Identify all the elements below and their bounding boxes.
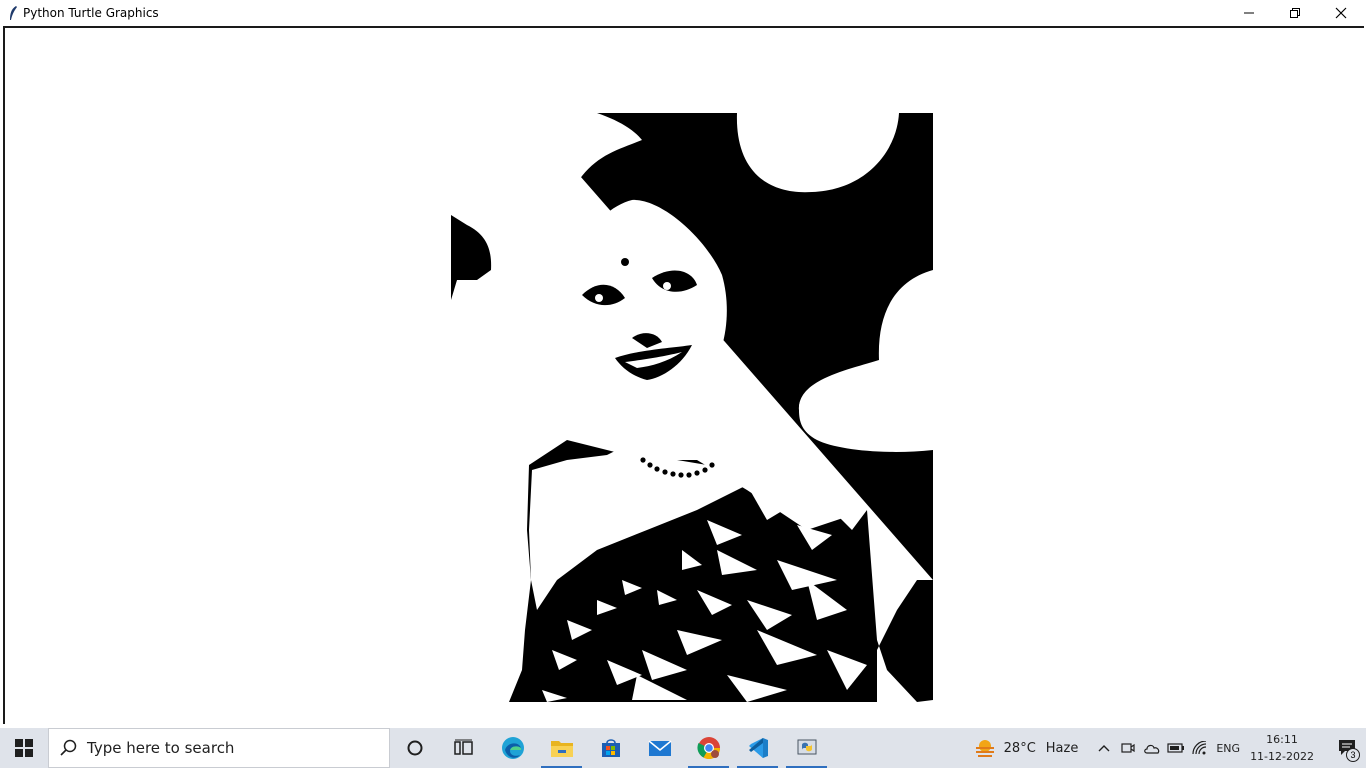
haze-icon <box>975 740 994 757</box>
show-hidden-icons-button[interactable] <box>1092 728 1116 768</box>
search-placeholder: Type here to search <box>87 739 235 757</box>
wifi-icon <box>1192 741 1207 755</box>
clock-time: 16:11 <box>1266 733 1298 746</box>
file-explorer-icon <box>550 741 573 757</box>
python-icon <box>797 739 816 755</box>
mail-button[interactable] <box>635 728 684 768</box>
chrome-icon <box>696 737 720 759</box>
taskbar-search-box[interactable]: Type here to search <box>48 728 390 768</box>
taskbar: Type here to search 28°C Haze ENG 16:11 … <box>0 728 1366 768</box>
cortana-icon <box>407 740 422 756</box>
window-title: Python Turtle Graphics <box>23 5 159 20</box>
meet-now-button[interactable] <box>1116 728 1140 768</box>
onedrive-button[interactable] <box>1140 728 1164 768</box>
system-clock[interactable]: 16:11 11-12-2022 <box>1250 731 1314 765</box>
vscode-icon <box>748 738 768 758</box>
python-button[interactable] <box>782 728 831 768</box>
close-icon <box>1335 7 1347 18</box>
feather-icon <box>5 5 21 21</box>
weather-condition: Haze <box>1045 740 1079 756</box>
cortana-button[interactable] <box>390 728 439 768</box>
task-view-button[interactable] <box>439 728 488 768</box>
microsoft-store-button[interactable] <box>586 728 635 768</box>
system-tray: 28°C Haze ENG 16:11 11-12-2022 3 <box>974 728 1366 768</box>
network-button[interactable] <box>1188 728 1212 768</box>
search-icon <box>49 739 87 757</box>
weather-widget[interactable]: 28°C Haze <box>974 738 1079 758</box>
start-button[interactable] <box>0 728 48 768</box>
action-center-button[interactable]: 3 <box>1328 728 1366 768</box>
portrait-drawing <box>451 113 933 702</box>
edge-button[interactable] <box>488 728 537 768</box>
clock-date: 11-12-2022 <box>1250 750 1314 763</box>
microsoft-store-icon <box>601 739 620 757</box>
notification-count-badge: 3 <box>1346 748 1360 762</box>
turtle-canvas[interactable] <box>3 26 1364 724</box>
window-title-bar: Python Turtle Graphics <box>0 0 1366 25</box>
minimize-button[interactable] <box>1226 0 1272 25</box>
file-explorer-button[interactable] <box>537 728 586 768</box>
cloud-icon <box>1144 744 1160 754</box>
edge-icon <box>501 737 524 759</box>
camera-icon <box>1121 743 1135 753</box>
close-button[interactable] <box>1318 0 1364 25</box>
battery-icon <box>1167 743 1185 753</box>
restore-icon <box>1290 7 1300 18</box>
input-language[interactable]: ENG <box>1216 742 1240 755</box>
windows-logo-icon <box>15 739 33 757</box>
vscode-button[interactable] <box>733 728 782 768</box>
minimize-icon <box>1244 12 1254 13</box>
mail-icon <box>647 740 672 756</box>
battery-button[interactable] <box>1164 728 1188 768</box>
restore-button[interactable] <box>1272 0 1318 25</box>
task-view-icon <box>453 739 473 755</box>
weather-temperature: 28°C <box>1003 740 1036 756</box>
chevron-up-icon <box>1098 745 1110 752</box>
chrome-button[interactable] <box>684 728 733 768</box>
